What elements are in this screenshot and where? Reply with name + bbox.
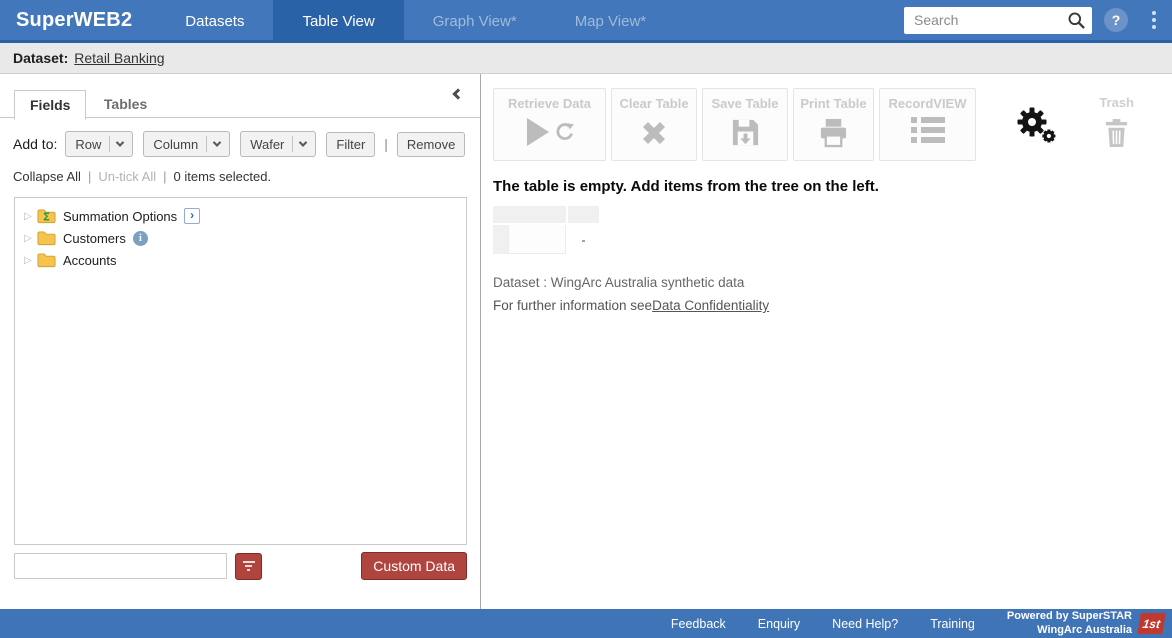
collapse-panel-icon[interactable] [450, 88, 464, 102]
dataset-bar: Dataset: Retail Banking [0, 43, 1172, 74]
expand-triangle-icon[interactable]: ▷ [24, 211, 37, 222]
clear-table-button[interactable]: Clear Table [611, 88, 697, 161]
print-table-button[interactable]: Print Table [793, 88, 874, 161]
nav-item-datasets[interactable]: Datasets [156, 0, 273, 43]
empty-table-message: The table is empty. Add items from the t… [493, 178, 1172, 195]
dataset-description: Dataset : WingArc Australia synthetic da… [493, 275, 1172, 290]
info-icon[interactable]: i [133, 231, 148, 246]
filter-funnel-button[interactable] [235, 553, 262, 580]
items-selected-count: 0 items selected. [174, 169, 272, 184]
help-button[interactable]: ? [1104, 8, 1128, 32]
save-table-button[interactable]: Save Table [702, 88, 788, 161]
svg-text:Σ: Σ [43, 212, 50, 224]
folder-sigma-icon: Σ [37, 208, 56, 224]
x-icon [612, 117, 696, 149]
data-confidentiality-link[interactable]: Data Confidentiality [652, 298, 769, 313]
chevron-down-icon [116, 138, 124, 146]
superstar-logo[interactable]: 1st [1137, 613, 1165, 634]
trash-button[interactable]: Trash [1099, 88, 1134, 153]
add-to-wafer-dropdown[interactable]: Wafer [240, 131, 316, 157]
printer-icon [794, 117, 873, 148]
dataset-label: Dataset: [13, 50, 68, 66]
panel-tabs: Fields Tables [0, 74, 480, 118]
expand-triangle-icon[interactable]: ▷ [24, 255, 37, 266]
custom-data-button[interactable]: Custom Data [361, 552, 467, 580]
chevron-down-icon [299, 138, 307, 146]
trash-icon [1104, 118, 1129, 148]
table-value-cell: - [567, 225, 600, 254]
save-icon [703, 117, 787, 148]
table-panel: Retrieve Data Clear Table [481, 74, 1172, 609]
field-panel: Fields Tables Add to: Row Column Wafer F… [0, 74, 481, 609]
search-icon[interactable] [1067, 11, 1086, 35]
tree-item-accounts[interactable]: ▷ Accounts [15, 249, 466, 271]
untick-all-link[interactable]: Un-tick All [98, 169, 156, 184]
top-navbar: SuperWEB2 Datasets Table View Graph View… [0, 0, 1172, 43]
folder-icon [37, 230, 56, 246]
table-toolbar: Retrieve Data Clear Table [481, 74, 1172, 161]
add-to-column-dropdown[interactable]: Column [143, 131, 230, 157]
retrieve-data-button[interactable]: Retrieve Data [493, 88, 606, 161]
list-icon [911, 117, 945, 143]
chevron-down-icon [213, 138, 221, 146]
footer-link-need-help[interactable]: Need Help? [832, 617, 898, 631]
footer-bar: Feedback Enquiry Need Help? Training Pow… [0, 609, 1172, 638]
table-row-header-cell [508, 225, 566, 254]
add-to-row-dropdown[interactable]: Row [65, 131, 133, 157]
gear-icon [1014, 105, 1058, 145]
confidentiality-line: For further information seeData Confiden… [493, 298, 1172, 313]
remove-button[interactable]: Remove [397, 132, 465, 157]
main-area: Fields Tables Add to: Row Column Wafer F… [0, 74, 1172, 609]
add-to-toolbar: Add to: Row Column Wafer Filter | Remove [0, 118, 480, 157]
empty-table-grid: - [493, 206, 1172, 254]
app-logo: SuperWEB2 [0, 0, 156, 40]
footer-link-enquiry[interactable]: Enquiry [758, 617, 800, 631]
collapse-all-link[interactable]: Collapse All [13, 169, 81, 184]
add-to-label: Add to: [13, 136, 57, 152]
table-header-cell [568, 206, 599, 223]
recordview-button[interactable]: RecordVIEW [879, 88, 976, 161]
footer-link-feedback[interactable]: Feedback [671, 617, 726, 631]
play-refresh-icon [494, 117, 605, 147]
expand-triangle-icon[interactable]: ▷ [24, 233, 37, 244]
folder-icon [37, 252, 56, 268]
overflow-menu-icon[interactable] [1146, 7, 1162, 33]
table-stub-cell [493, 225, 508, 254]
table-header-cell [493, 206, 566, 223]
confidentiality-prefix: For further information see [493, 298, 652, 313]
toolbar-separator: | [384, 136, 388, 152]
tab-tables[interactable]: Tables [91, 90, 160, 118]
custom-data-row: Custom Data [14, 552, 467, 580]
footer-link-training[interactable]: Training [930, 617, 975, 631]
field-tree: ▷ Σ Summation Options › ▷ Customers i ▷ [14, 197, 467, 545]
nav-item-graph-view[interactable]: Graph View* [404, 0, 546, 43]
tree-item-customers[interactable]: ▷ Customers i [15, 227, 466, 249]
nav-item-map-view[interactable]: Map View* [546, 0, 675, 43]
tree-action-links: Collapse All | Un-tick All | 0 items sel… [0, 157, 480, 184]
nav-item-table-view[interactable]: Table View [273, 0, 403, 43]
search-input[interactable] [904, 7, 1092, 34]
tab-fields[interactable]: Fields [14, 90, 86, 120]
search-container [904, 7, 1092, 34]
field-search-input[interactable] [14, 553, 227, 579]
tree-item-summation-options[interactable]: ▷ Σ Summation Options › [15, 205, 466, 227]
dataset-link[interactable]: Retail Banking [74, 50, 164, 66]
powered-by-text: Powered by SuperSTAR WingArc Australia [1007, 610, 1132, 638]
open-options-arrow-button[interactable]: › [184, 208, 200, 224]
table-options-button[interactable] [1014, 88, 1058, 150]
navbar-right-group: ? [904, 0, 1172, 40]
filter-button[interactable]: Filter [326, 132, 375, 157]
